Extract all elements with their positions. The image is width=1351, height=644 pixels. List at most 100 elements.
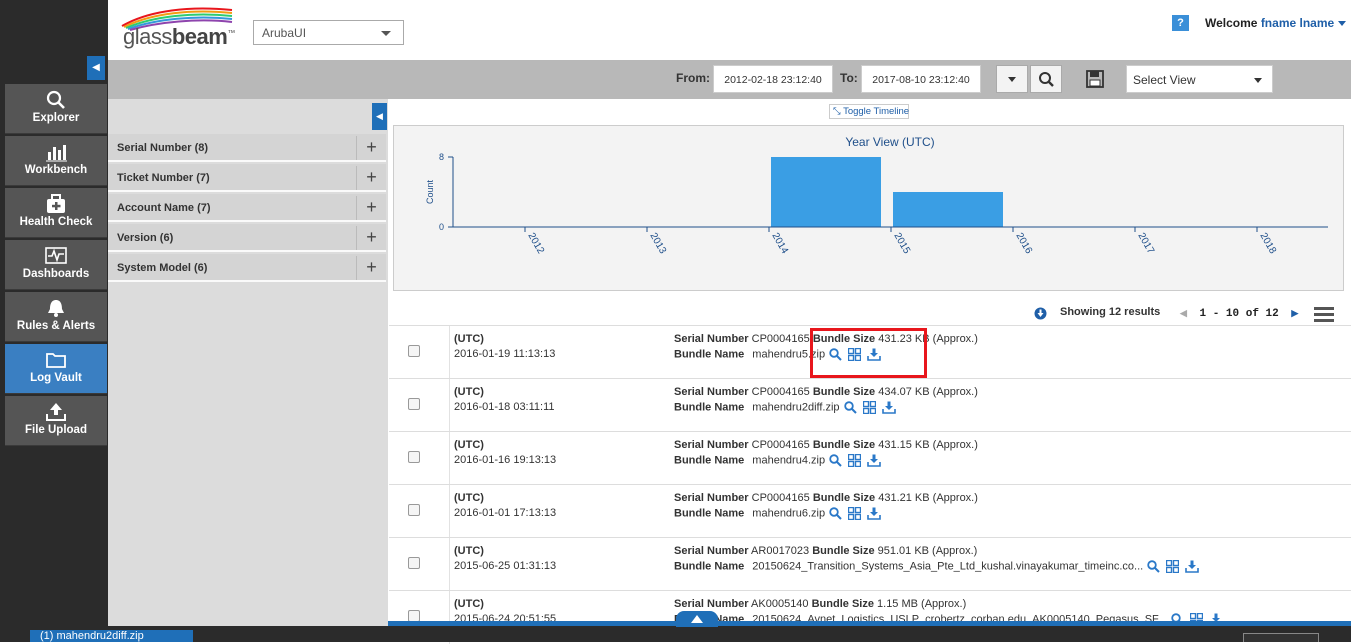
menu-icon[interactable]	[1314, 307, 1334, 322]
page-range: 1 - 10 of 12	[1199, 308, 1279, 320]
bottom-right-tab[interactable]	[1243, 633, 1319, 642]
plus-icon[interactable]: +	[356, 136, 386, 160]
nav-item-workbench[interactable]: Workbench	[5, 136, 107, 186]
row-checkbox[interactable]	[408, 451, 420, 463]
toggle-timeline-button[interactable]: ⤡ Toggle Timeline	[829, 104, 909, 119]
download-circle-icon[interactable]	[1034, 307, 1047, 320]
to-label: To:	[840, 71, 858, 85]
row-timestamp: 2015-06-25 01:31:13	[454, 560, 557, 572]
row-checkbox[interactable]	[408, 345, 420, 357]
nav-collapse-button[interactable]: ◀	[87, 56, 105, 80]
timezone-label: (UTC)	[454, 386, 484, 398]
nav-item-log-vault[interactable]: Log Vault	[5, 344, 107, 394]
medkit-icon	[47, 194, 65, 213]
serial-label: Serial Number	[674, 492, 749, 504]
search-icon[interactable]	[843, 401, 857, 414]
facet-account-name[interactable]: Account Name (7) +	[108, 194, 386, 222]
table-row[interactable]: (UTC) 2016-01-01 17:13:13 Serial Number CP…	[389, 484, 1351, 538]
nav-item-rules-alerts[interactable]: Rules & Alerts	[5, 292, 107, 342]
facet-ticket-number[interactable]: Ticket Number (7) +	[108, 164, 386, 192]
y-tick-label: 8	[439, 152, 444, 162]
x-tick-label: 2017	[1135, 231, 1156, 256]
facet-label: Account Name (7)	[117, 202, 211, 214]
serial-value: CP0004165	[751, 386, 810, 398]
row-line-1: Serial Number CP0004165 Bundle Size 431.…	[674, 439, 978, 451]
bundle-size-label: Bundle Size	[812, 492, 876, 504]
x-tick-label: 2016	[1013, 231, 1034, 256]
row-checkbox[interactable]	[408, 398, 420, 410]
collapse-arrows-icon: ⤡	[833, 106, 841, 117]
save-icon[interactable]	[1085, 69, 1105, 89]
serial-value: AK0005140	[751, 598, 809, 610]
search-button[interactable]	[1030, 65, 1062, 93]
search-icon[interactable]	[1147, 560, 1160, 573]
facet-collapse-button[interactable]: ◀	[372, 103, 387, 130]
download-icon[interactable]	[1185, 560, 1200, 573]
plus-icon[interactable]: +	[356, 256, 386, 280]
pulse-icon	[45, 247, 67, 264]
bundle-size-value: 951.01 KB (Approx.)	[877, 545, 978, 557]
grid-icon[interactable]	[862, 400, 876, 415]
plus-icon[interactable]: +	[356, 226, 386, 250]
table-row[interactable]: (UTC) 2015-06-25 01:31:13 Serial Number AR…	[389, 537, 1351, 591]
bar-2016	[893, 192, 1003, 227]
nav-item-file-upload[interactable]: File Upload	[5, 396, 107, 446]
x-tick-label: 2014	[769, 231, 790, 256]
select-view-placeholder: Select View	[1133, 73, 1196, 87]
facet-system-model[interactable]: System Model (6) +	[108, 254, 386, 282]
bundle-name-value: mahendru4.zip	[752, 454, 826, 467]
select-view-dropdown[interactable]: Select View	[1126, 65, 1273, 93]
grid-icon[interactable]	[1166, 559, 1180, 574]
timezone-label: (UTC)	[454, 598, 484, 610]
bar-2015	[771, 157, 881, 227]
user-menu[interactable]: Welcome fname lname	[1205, 16, 1347, 30]
x-tick-label: 2013	[647, 231, 668, 256]
search-icon[interactable]	[829, 507, 842, 520]
x-tick-label: 2018	[1257, 231, 1278, 256]
bundle-name-label: Bundle Name	[674, 401, 745, 414]
download-icon[interactable]	[867, 454, 881, 467]
bundle-size-value: 434.07 KB (Approx.)	[878, 386, 978, 398]
bundle-name-label: Bundle Name	[674, 454, 745, 467]
to-date-input[interactable]: 2017-08-10 23:12:40	[861, 65, 981, 93]
facet-serial-number[interactable]: Serial Number (8) +	[108, 134, 386, 162]
row-line-2: Bundle Name mahendru6.zip	[674, 506, 887, 521]
serial-label: Serial Number	[674, 598, 749, 610]
download-tab[interactable]: (1) mahendru2diff.zip	[30, 630, 193, 642]
nav-item-explorer[interactable]: Explorer	[5, 84, 107, 134]
bar-chart-icon	[46, 145, 67, 162]
nav-item-dashboards[interactable]: Dashboards	[5, 240, 107, 290]
row-line-1: Serial Number AR0017023 Bundle Size 951.…	[674, 545, 977, 557]
timezone-label: (UTC)	[454, 333, 484, 345]
date-range-dropdown-button[interactable]	[996, 65, 1028, 93]
from-date-input[interactable]: 2012-02-18 23:12:40	[713, 65, 833, 93]
bundle-name-value: mahendru2diff.zip	[752, 401, 840, 414]
download-icon[interactable]	[881, 401, 896, 414]
table-row[interactable]: (UTC) 2016-01-18 03:11:11 Serial Number CP…	[389, 378, 1351, 432]
serial-label: Serial Number	[674, 333, 749, 345]
grid-icon[interactable]	[847, 506, 862, 521]
plus-icon[interactable]: +	[356, 196, 386, 220]
help-button[interactable]: ?	[1172, 15, 1189, 31]
search-icon	[1039, 72, 1054, 87]
table-row[interactable]: (UTC) 2016-01-16 19:13:13 Serial Number CP…	[389, 431, 1351, 485]
download-icon[interactable]	[867, 507, 881, 520]
app-selector[interactable]: ArubaUI	[253, 20, 404, 45]
facet-version[interactable]: Version (6) +	[108, 224, 386, 252]
timezone-label: (UTC)	[454, 545, 484, 557]
scroll-up-button[interactable]	[676, 611, 718, 627]
grid-icon[interactable]	[847, 453, 862, 468]
bundle-size-label: Bundle Size	[811, 598, 874, 610]
bundle-size-label: Bundle Size	[812, 545, 875, 557]
row-timestamp: 2016-01-01 17:13:13	[454, 507, 557, 519]
plus-icon[interactable]: +	[356, 166, 386, 190]
row-line-1: Serial Number CP0004165 Bundle Size 431.…	[674, 492, 978, 504]
row-checkbox[interactable]	[408, 557, 420, 569]
row-checkbox[interactable]	[408, 504, 420, 516]
next-page-icon[interactable]: ▶	[1291, 309, 1298, 319]
search-icon[interactable]	[829, 454, 842, 467]
prev-page-icon[interactable]: ◀	[1180, 309, 1187, 319]
nav-item-health-check[interactable]: Health Check	[5, 188, 107, 238]
row-actions	[829, 453, 887, 468]
chart-y-axis-label: Count	[425, 180, 435, 205]
